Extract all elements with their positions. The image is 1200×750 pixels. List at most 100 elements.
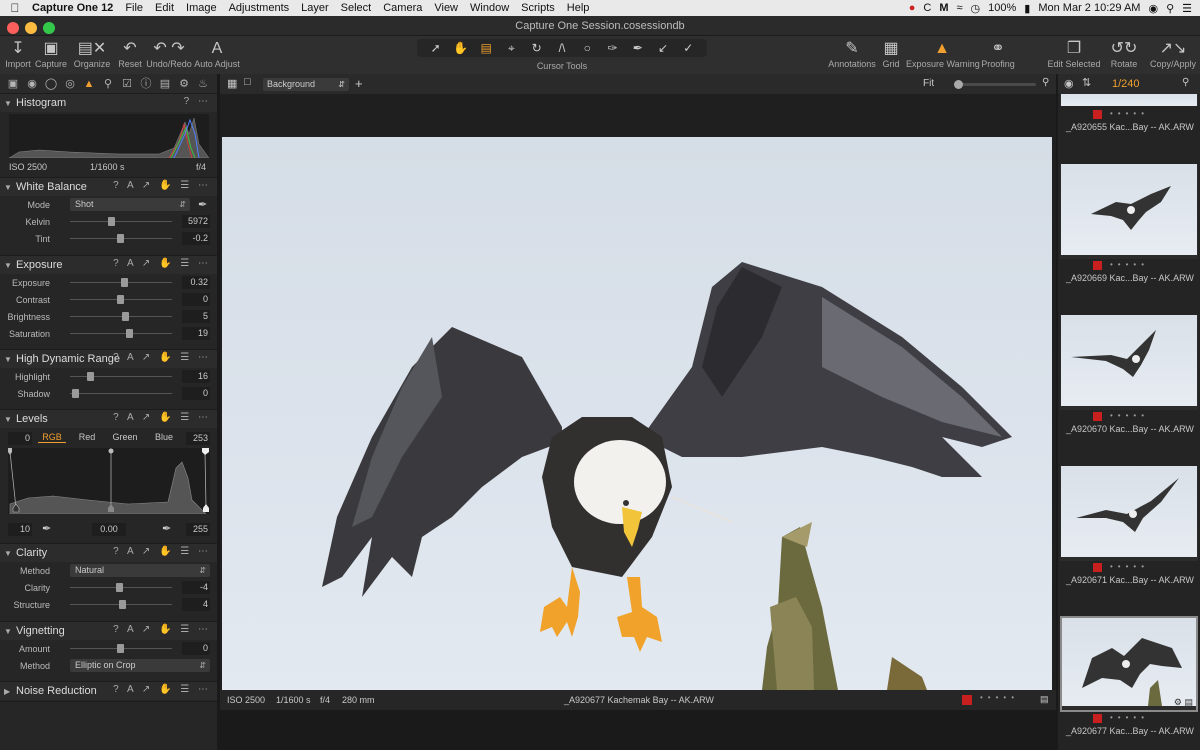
layer-select[interactable]: Background ⇵ [263,78,349,91]
select-cursor-icon[interactable]: ➚ [425,41,447,55]
keystone-icon[interactable]: /\ [551,41,573,55]
tool-options-icons[interactable]: ? A ↗ ✋ ☰ ⋯ [113,546,211,557]
noise-reduction-header[interactable]: ▶ Noise Reduction ? A ↗ ✋ ☰ ⋯ [0,682,217,700]
time-machine-icon[interactable]: ◷ [971,2,981,15]
levels-tab-red[interactable]: Red [74,432,100,442]
edit-gear-icon[interactable]: ⚙ [1174,697,1182,708]
highlight-slider-knob[interactable] [87,372,94,381]
highlight-slider[interactable] [70,376,172,377]
tool-options-icons[interactable]: ? A ↗ ✋ ☰ ⋯ [113,684,211,695]
battery-percent[interactable]: 100% [988,2,1016,14]
annotations-button[interactable]: ✎ Annotations [826,39,878,69]
edit-selected-button[interactable]: ❐ Edit Selected [1046,39,1102,69]
zoom-slider-knob[interactable] [954,80,963,89]
metadata-tab-icon[interactable]: ⓘ [137,75,155,93]
color-tag[interactable] [1093,563,1102,572]
brightness-slider-knob[interactable] [122,312,129,321]
saturation-value[interactable]: 19 [182,327,210,340]
exposure-slider-knob[interactable] [121,278,128,287]
clarity-header[interactable]: ▼ Clarity ? A ↗ ✋ ☰ ⋯ [0,544,217,562]
color-tab-icon[interactable]: ◎ [61,75,79,93]
kelvin-value[interactable]: 5972 [182,215,210,228]
spot-removal-icon[interactable]: ○ [576,41,598,55]
main-photo[interactable] [222,137,1052,690]
hdr-header[interactable]: ▼ High Dynamic Range ? A ↗ ✋ ☰ ⋯ [0,350,217,368]
color-tag[interactable] [1093,412,1102,421]
thumbnail[interactable] [1060,466,1198,561]
levels-tab-green[interactable]: Green [110,432,140,442]
thumbnail[interactable] [1060,94,1198,106]
vignette-method-select[interactable]: Elliptic on Crop ⇵ [70,659,210,672]
color-tag[interactable] [1093,261,1102,270]
thumbnail[interactable] [1060,164,1198,259]
white-balance-header[interactable]: ▼ White Balance ? A ↗ ✋ ☰ ⋯ [0,178,217,196]
levels-tab-rgb[interactable]: RGB [38,432,66,443]
rating-stars[interactable]: ••••• [980,693,1019,702]
rating-stars[interactable]: ••••• [1110,713,1149,722]
import-button[interactable]: ↧ Import [4,39,32,69]
batch-tab-icon[interactable]: ⚙ [175,75,193,93]
rotate-tool-icon[interactable]: ↻ [526,41,548,55]
sort-icon[interactable]: ⇅ [1082,76,1091,89]
menu-scripts[interactable]: Scripts [515,2,561,14]
menu-file[interactable]: File [119,2,149,14]
library-tab-icon[interactable]: ▣ [4,75,22,93]
shadow-slider-knob[interactable] [72,389,79,398]
clarity-value[interactable]: -4 [182,581,210,594]
thumbnail-selected[interactable]: ⚙ ▤ [1060,616,1198,712]
rating-stars[interactable]: ••••• [1110,260,1149,269]
menu-edit[interactable]: Edit [149,2,180,14]
rating-stars[interactable]: ••••• [1110,411,1149,420]
color-tag[interactable] [1093,110,1102,119]
capture-tab-icon[interactable]: ◉ [23,75,41,93]
browser-search-icon[interactable]: ⚲ [1182,77,1189,88]
brush-icon[interactable]: ✒ [627,41,649,55]
structure-value[interactable]: 4 [182,598,210,611]
rating-stars[interactable]: ••••• [1110,109,1149,118]
reset-button[interactable]: ↶ Reset [116,39,144,69]
menu-image[interactable]: Image [180,2,223,14]
proofing-button[interactable]: ⚭ Proofing [980,39,1016,69]
organize-button[interactable]: ▤✕ Organize [72,39,112,69]
menu-window[interactable]: Window [464,2,515,14]
shadow-slider[interactable] [70,393,172,394]
tool-options-icons[interactable]: ? ⋯ [184,96,211,107]
image-viewer[interactable] [220,94,1056,690]
battery-icon[interactable]: ▮ [1024,2,1030,15]
exposure-tab-icon[interactable]: ▲ [80,75,98,93]
levels-high-input[interactable]: 255 [186,523,210,536]
menu-adjustments[interactable]: Adjustments [223,2,296,14]
color-tag[interactable] [1093,714,1102,723]
levels-tab-blue[interactable]: Blue [150,432,178,442]
multi-view-icon[interactable]: ▦ [227,77,237,90]
copy-apply-button[interactable]: ↗↘ Copy/Apply [1148,39,1198,69]
clock[interactable]: Mon Mar 2 10:29 AM [1038,2,1140,14]
menu-help[interactable]: Help [561,2,596,14]
levels-low-input[interactable]: 10 [8,523,32,536]
clarity-method-select[interactable]: Natural ⇵ [70,564,210,577]
undo-redo-button[interactable]: ↶ ↷ Undo/Redo [146,39,192,69]
pan-hand-icon[interactable]: ✋ [450,41,472,55]
rotate-button[interactable]: ↺↻ Rotate [1108,39,1140,69]
contrast-slider-knob[interactable] [117,295,124,304]
auto-adjust-button[interactable]: A Auto Adjust [194,39,240,69]
zoom-slider[interactable] [954,80,1036,89]
tint-value[interactable]: -0.2 [182,232,210,245]
tool-options-icons[interactable]: ? A ↗ ✋ ☰ ⋯ [113,180,211,191]
tag-icon[interactable]: ▤ [1184,697,1193,708]
saturation-slider-knob[interactable] [126,329,133,338]
tint-slider-knob[interactable] [117,234,124,243]
histogram-header[interactable]: ▼ Histogram ? ⋯ [0,94,217,112]
brightness-value[interactable]: 5 [182,310,210,323]
eyedropper-icon[interactable]: ✒ [198,198,207,211]
details-tab-icon[interactable]: ⚲ [99,75,117,93]
rating-stars[interactable]: ••••• [1110,562,1149,571]
adjustments-tab-icon[interactable]: ☑ [118,75,136,93]
color-tag[interactable] [962,695,972,705]
add-layer-icon[interactable]: + [355,76,363,91]
single-view-icon[interactable]: □ [244,76,251,88]
lens-tab-icon[interactable]: ◯ [42,75,60,93]
tool-options-icons[interactable]: ? A ↗ ✋ ☰ ⋯ [113,258,211,269]
exposure-header[interactable]: ▼ Exposure ? A ↗ ✋ ☰ ⋯ [0,256,217,274]
user-icon[interactable]: ◉ [1148,2,1158,15]
